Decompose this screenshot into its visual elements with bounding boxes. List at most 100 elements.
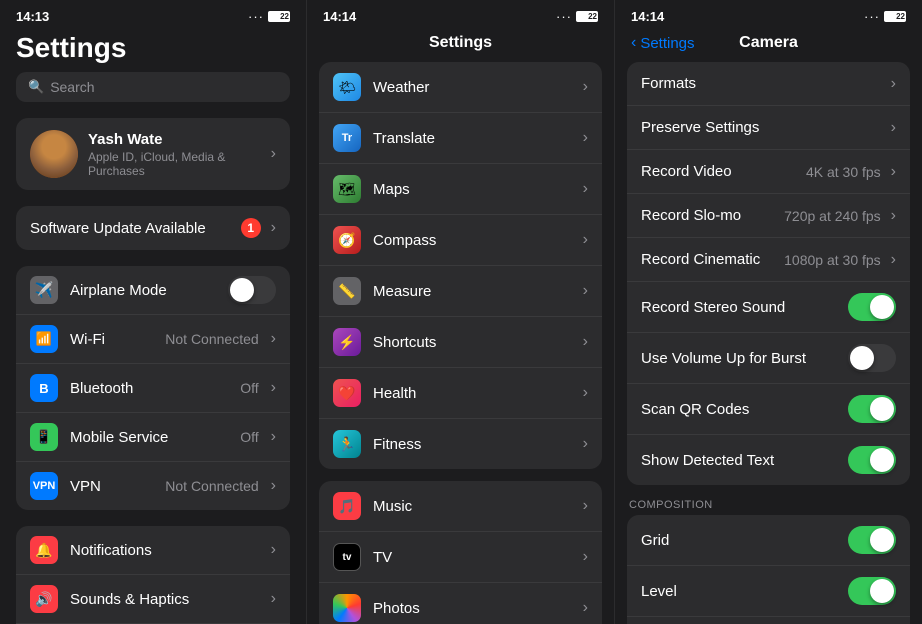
camera-item-formats[interactable]: Formats › (627, 62, 910, 106)
maps-icon: 🗺 (333, 175, 361, 203)
qr-toggle[interactable] (848, 395, 896, 423)
camera-item-stereo[interactable]: Record Stereo Sound (627, 282, 910, 333)
search-icon: 🔍 (28, 79, 44, 95)
status-time-middle: 14:14 (323, 9, 356, 24)
search-placeholder: Search (50, 79, 94, 95)
settings-item-airplane[interactable]: ✈️ Airplane Mode (16, 266, 290, 315)
vpn-icon: VPN (30, 472, 58, 500)
chevron-right-icon: › (583, 78, 588, 96)
airplane-icon: ✈️ (30, 276, 58, 304)
software-update-label: Software Update Available (30, 220, 231, 237)
avatar (30, 130, 78, 178)
middle-header: Settings (307, 28, 614, 62)
fitness-label: Fitness (373, 436, 571, 453)
chevron-right-icon: › (271, 541, 276, 559)
camera-item-preserve[interactable]: Preserve Settings › (627, 106, 910, 150)
camera-item-record-video[interactable]: Record Video 4K at 30 fps › (627, 150, 910, 194)
shortcuts-icon: ⚡ (333, 328, 361, 356)
status-icons-left: ··· 22 (248, 9, 290, 24)
search-bar[interactable]: 🔍 Search (16, 72, 290, 102)
tv-icon: tv (333, 543, 361, 571)
system-settings-group: 🔔 Notifications › 🔊 Sounds & Haptics › 🌙… (16, 526, 290, 624)
camera-header: ‹ Settings Camera (615, 28, 922, 62)
status-bar-middle: 14:14 ··· 22 (307, 0, 614, 28)
compass-label: Compass (373, 232, 571, 249)
camera-item-mirror[interactable]: Mirror Front Camera (627, 617, 910, 624)
grid-label: Grid (641, 532, 838, 549)
camera-item-volume-burst[interactable]: Use Volume Up for Burst (627, 333, 910, 384)
camera-title: Camera (739, 34, 798, 52)
middle-item-health[interactable]: ❤️ Health › (319, 368, 602, 419)
middle-item-maps[interactable]: 🗺 Maps › (319, 164, 602, 215)
shortcuts-label: Shortcuts (373, 334, 571, 351)
chevron-right-icon: › (583, 282, 588, 300)
grid-toggle[interactable] (848, 526, 896, 554)
record-video-label: Record Video (641, 163, 796, 180)
level-toggle[interactable] (848, 577, 896, 605)
notifications-label: Notifications (70, 542, 259, 559)
middle-group2: 🎵 Music › tv TV › Photos › 📸 Camera › 📚 … (319, 481, 602, 624)
settings-item-vpn[interactable]: VPN VPN Not Connected › (16, 462, 290, 510)
middle-item-shortcuts[interactable]: ⚡ Shortcuts › (319, 317, 602, 368)
middle-item-compass[interactable]: 🧭 Compass › (319, 215, 602, 266)
middle-item-music[interactable]: 🎵 Music › (319, 481, 602, 532)
vpn-label: VPN (70, 478, 153, 495)
detected-text-toggle[interactable] (848, 446, 896, 474)
detected-text-label: Show Detected Text (641, 452, 838, 469)
status-time-left: 14:13 (16, 9, 49, 24)
settings-item-mobile[interactable]: 📱 Mobile Service Off › (16, 413, 290, 462)
health-label: Health (373, 385, 571, 402)
chevron-right-icon: › (891, 251, 896, 269)
stereo-toggle[interactable] (848, 293, 896, 321)
middle-item-photos[interactable]: Photos › (319, 583, 602, 624)
right-panel: 14:14 ··· 22 ‹ Settings Camera Formats ›… (615, 0, 922, 624)
middle-item-tv[interactable]: tv TV › (319, 532, 602, 583)
middle-item-translate[interactable]: Tr Translate › (319, 113, 602, 164)
settings-item-wifi[interactable]: 📶 Wi-Fi Not Connected › (16, 315, 290, 364)
settings-item-bluetooth[interactable]: B Bluetooth Off › (16, 364, 290, 413)
settings-item-notifications[interactable]: 🔔 Notifications › (16, 526, 290, 575)
volume-burst-label: Use Volume Up for Burst (641, 350, 838, 367)
chevron-right-icon: › (891, 207, 896, 225)
back-button[interactable]: Settings (640, 35, 694, 52)
middle-item-weather[interactable]: 🌤 Weather › (319, 62, 602, 113)
chevron-right-icon: › (891, 75, 896, 93)
mobile-icon: 📱 (30, 423, 58, 451)
chevron-right-icon: › (271, 428, 276, 446)
music-label: Music (373, 498, 571, 515)
chevron-right-icon: › (583, 599, 588, 617)
stereo-label: Record Stereo Sound (641, 299, 838, 316)
camera-item-cinematic[interactable]: Record Cinematic 1080p at 30 fps › (627, 238, 910, 282)
photos-icon (333, 594, 361, 622)
user-card[interactable]: Yash Wate Apple ID, iCloud, Media & Purc… (16, 118, 290, 190)
chevron-right-icon: › (271, 330, 276, 348)
middle-item-fitness[interactable]: 🏃 Fitness › (319, 419, 602, 469)
camera-item-qr[interactable]: Scan QR Codes (627, 384, 910, 435)
camera-item-grid[interactable]: Grid (627, 515, 910, 566)
settings-item-sounds[interactable]: 🔊 Sounds & Haptics › (16, 575, 290, 624)
vpn-value: Not Connected (165, 478, 258, 494)
middle-group1: 🌤 Weather › Tr Translate › 🗺 Maps › 🧭 Co… (319, 62, 602, 469)
maps-label: Maps (373, 181, 571, 198)
camera-item-level[interactable]: Level (627, 566, 910, 617)
software-update-item[interactable]: Software Update Available 1 › (16, 206, 290, 250)
record-video-value: 4K at 30 fps (806, 164, 881, 180)
notifications-icon: 🔔 (30, 536, 58, 564)
middle-title: Settings (429, 34, 492, 51)
volume-burst-toggle[interactable] (848, 344, 896, 372)
camera-item-slo-mo[interactable]: Record Slo-mo 720p at 240 fps › (627, 194, 910, 238)
health-icon: ❤️ (333, 379, 361, 407)
compass-icon: 🧭 (333, 226, 361, 254)
mobile-label: Mobile Service (70, 429, 228, 446)
chevron-right-icon: › (583, 497, 588, 515)
chevron-right-icon: › (271, 379, 276, 397)
network-settings-group: ✈️ Airplane Mode 📶 Wi-Fi Not Connected ›… (16, 266, 290, 510)
cinematic-label: Record Cinematic (641, 251, 774, 268)
composition-header: COMPOSITION (615, 495, 922, 515)
tv-label: TV (373, 549, 571, 566)
middle-item-measure[interactable]: 📏 Measure › (319, 266, 602, 317)
mobile-value: Off (240, 429, 258, 445)
camera-item-detected-text[interactable]: Show Detected Text (627, 435, 910, 485)
airplane-toggle[interactable] (228, 276, 276, 304)
wifi-label: Wi-Fi (70, 331, 153, 348)
